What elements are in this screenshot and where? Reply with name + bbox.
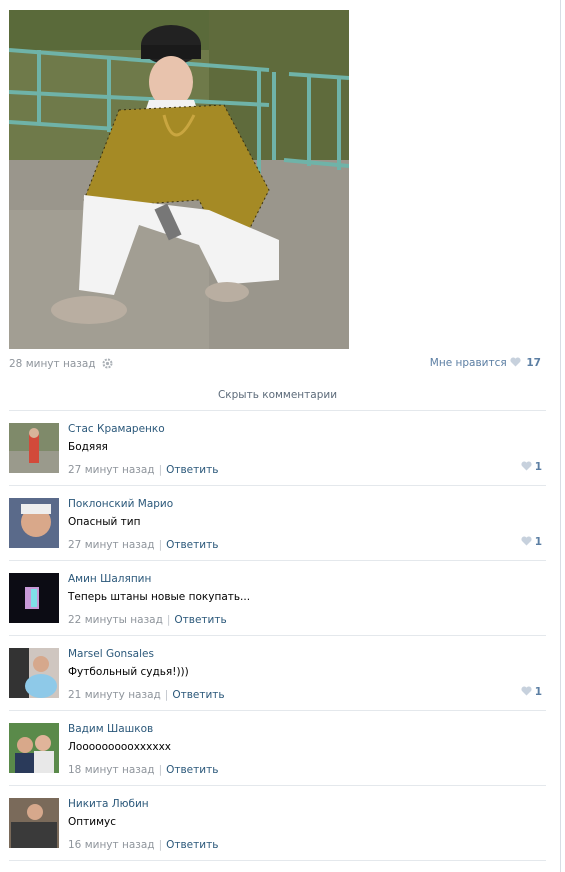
comment-author[interactable]: Вадим Шашков [68,723,546,736]
comment-item: Никита Любин Оптимус 16 минут назад | Отве… [9,785,546,861]
avatar[interactable] [9,798,59,848]
post-photo[interactable] [9,10,349,349]
avatar[interactable] [9,423,59,473]
comment-time[interactable]: 27 минут назад [68,539,155,551]
avatar[interactable] [9,573,59,623]
comment-text: Опасный тип [68,516,141,528]
reply-link[interactable]: Ответить [174,614,226,626]
gear-icon[interactable] [102,358,113,372]
reply-link[interactable]: Ответить [166,464,218,476]
comment-item: Амин Шаляпин Теперь штаны новые покупать… [9,560,546,636]
comment-time[interactable]: 22 минуты назад [68,614,163,626]
page-right-border [560,0,561,872]
separator: | [158,764,163,776]
comment-like-count: 1 [534,536,542,548]
comment-text: Лооооооооохххххх [68,741,171,753]
reply-link[interactable]: Ответить [166,539,218,551]
comment-time[interactable]: 16 минут назад [68,839,155,851]
comment-like-count: 1 [534,686,542,698]
comment-item: Вадим Шашков Лооооооооохххххх 18 минут н… [9,710,546,786]
post-meta-row: 28 минут назад Мне нравится 17 [9,357,541,373]
comment-time[interactable]: 21 минуту назад [68,689,161,701]
heart-icon [510,357,521,370]
comment-like-button[interactable]: 1 [521,461,542,474]
separator: | [166,614,171,626]
comment-like-button[interactable]: 1 [521,536,542,549]
post-time[interactable]: 28 минут назад [9,358,96,370]
like-label: Мне нравится [429,357,507,369]
separator: | [158,539,163,551]
comment-text: Теперь штаны новые покупать... [68,591,251,603]
avatar[interactable] [9,723,59,773]
reply-link[interactable]: Ответить [172,689,224,701]
comment-item: Поклонский Марио Опасный тип 27 минут на… [9,485,546,561]
like-count: 17 [526,357,541,369]
post-like-button[interactable]: Мне нравится 17 [430,357,541,370]
comment-author[interactable]: Стас Крамаренко [68,423,546,436]
comment-time[interactable]: 18 минут назад [68,764,155,776]
reply-link[interactable]: Ответить [166,839,218,851]
comment-text: Футбольный судья!))) [68,666,189,678]
hide-comments-link[interactable]: Скрыть комментарии [9,389,546,401]
comment-author[interactable]: Никита Любин [68,798,546,811]
comment-item: Marsel Gonsales Футбольный судья!))) 21 … [9,635,546,711]
comment-time[interactable]: 27 минут назад [68,464,155,476]
comment-author[interactable]: Амин Шаляпин [68,573,546,586]
separator: | [158,464,163,476]
divider [9,860,546,861]
avatar[interactable] [9,498,59,548]
comment-like-button[interactable]: 1 [521,686,542,699]
avatar[interactable] [9,648,59,698]
heart-icon [521,686,532,699]
heart-icon [521,536,532,549]
comment-item: Стас Крамаренко Бодяяя 27 минут назад | От… [9,410,546,486]
separator: | [164,689,169,701]
heart-icon [521,461,532,474]
comment-like-count: 1 [534,461,542,473]
reply-link[interactable]: Ответить [166,764,218,776]
comment-author[interactable]: Marsel Gonsales [68,648,546,661]
comment-text: Бодяяя [68,441,108,453]
comment-author[interactable]: Поклонский Марио [68,498,546,511]
comment-text: Оптимус [68,816,116,828]
separator: | [158,839,163,851]
